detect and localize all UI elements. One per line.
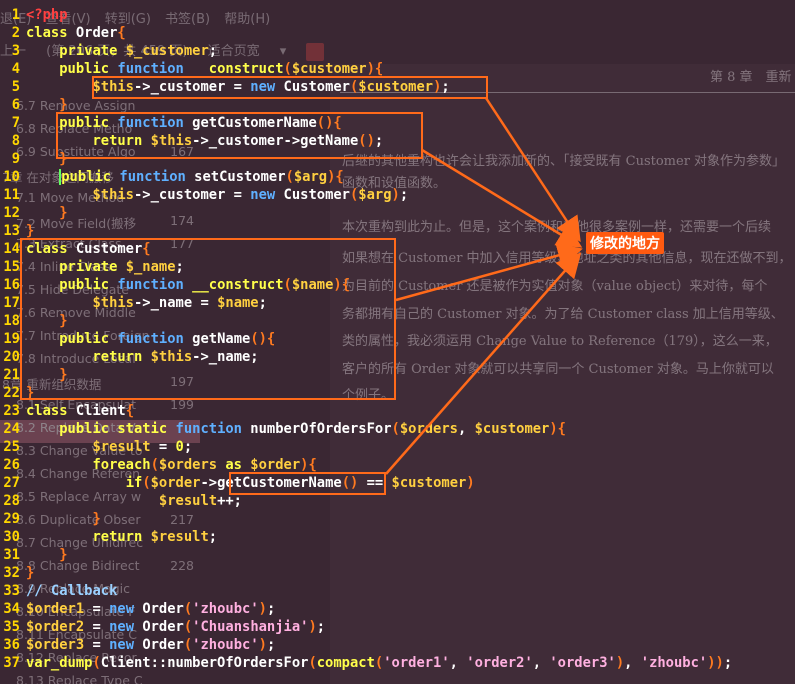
arrow-line <box>421 148 583 248</box>
callout-label: 修改的地方 <box>586 232 664 254</box>
annotation-arrows <box>385 97 583 475</box>
arrow-line <box>395 243 583 302</box>
arrow-line <box>385 252 582 475</box>
